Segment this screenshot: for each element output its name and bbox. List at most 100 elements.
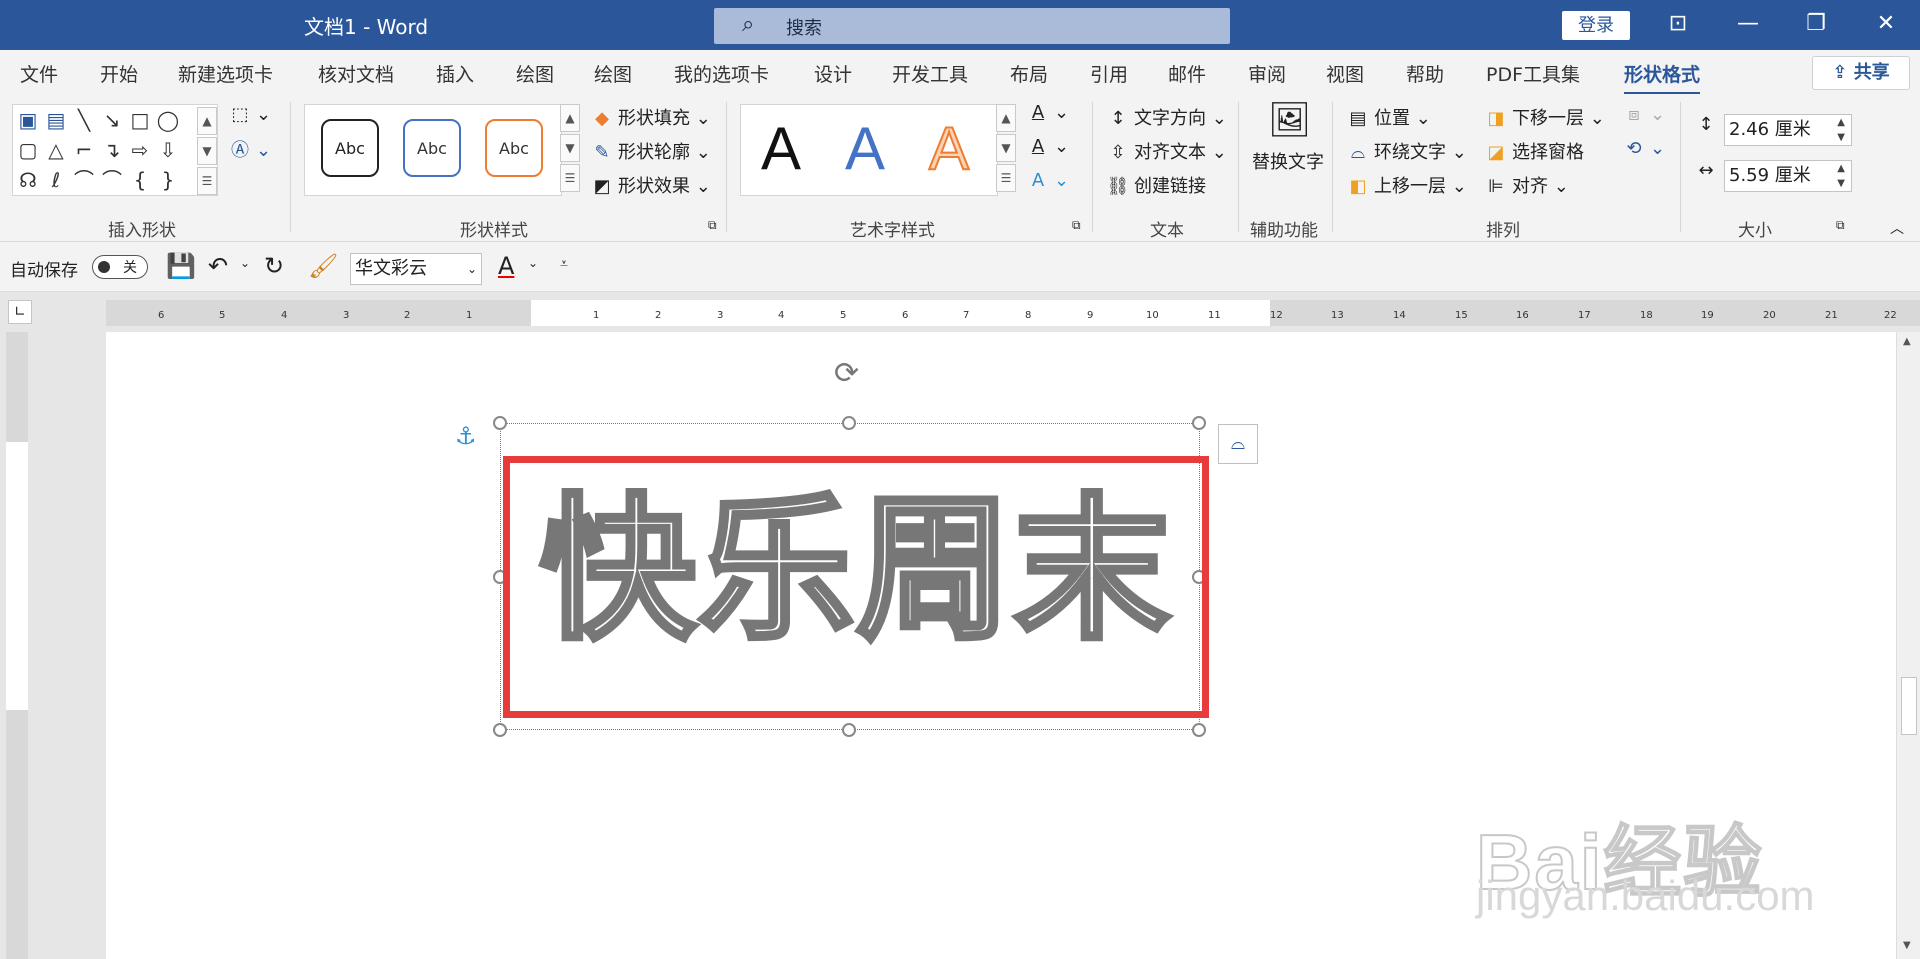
bring-forward-button[interactable]: ◧ 上移一层 ⌄ (1346, 172, 1466, 198)
styles-scroll-down-icon[interactable]: ▼ (560, 134, 580, 162)
wordart-style-orange[interactable]: A (928, 113, 970, 185)
line-shape-icon[interactable]: ╲ (71, 107, 97, 133)
textbox-shape-icon[interactable]: ▣ (15, 107, 41, 133)
tab-references[interactable]: 引用 (1090, 60, 1128, 87)
rotate-objects-icon[interactable]: ⟲ ⌄ (1622, 138, 1665, 159)
shape-height-input[interactable]: 2.46 厘米 ▲ ▼ (1724, 114, 1852, 146)
minimize-icon[interactable]: — (1728, 6, 1768, 42)
tab-mailings[interactable]: 邮件 (1168, 60, 1206, 87)
tab-developer[interactable]: 开发工具 (892, 60, 968, 87)
shape-fill-button[interactable]: ◆ 形状填充 ⌄ (590, 104, 711, 130)
send-backward-button[interactable]: ◨ 下移一层 ⌄ (1484, 104, 1604, 130)
size-dialog-icon[interactable]: ⧉ (1836, 218, 1845, 233)
position-button[interactable]: ▤ 位置 ⌄ (1346, 104, 1430, 130)
edit-shape-icon[interactable]: ⬚ ⌄ (228, 104, 271, 125)
wordart-style-black[interactable]: A (761, 113, 801, 185)
wordart-scroll-down-icon[interactable]: ▼ (996, 134, 1016, 162)
wordart-style-blue[interactable]: A (845, 113, 885, 185)
tab-pdf[interactable]: PDF工具集 (1486, 60, 1580, 87)
right-brace-shape-icon[interactable]: } (155, 167, 181, 193)
resize-handle-bottom[interactable] (842, 723, 856, 737)
text-direction-button[interactable]: ↕ 文字方向 ⌄ (1106, 104, 1226, 130)
wordart-more-icon[interactable]: ☰ (996, 164, 1016, 192)
group-objects-icon[interactable]: ⧈ ⌄ (1622, 104, 1665, 125)
freeform-shape-icon[interactable]: ☊ (15, 167, 41, 193)
down-arrow-shape-icon[interactable]: ⇩ (155, 137, 181, 163)
tab-new[interactable]: 新建选项卡 (178, 60, 273, 87)
tab-view[interactable]: 视图 (1326, 60, 1364, 87)
vertical-scrollbar[interactable]: ▲ ▼ (1896, 332, 1920, 959)
scribble-shape-icon[interactable]: ℓ (43, 167, 69, 193)
height-spinner-icon[interactable]: ▲ ▼ (1837, 115, 1845, 145)
tab-draw-2[interactable]: 绘图 (594, 60, 632, 87)
tab-file[interactable]: 文件 (20, 60, 58, 87)
right-arrow-shape-icon[interactable]: ⇨ (127, 137, 153, 163)
align-text-button[interactable]: ⇳ 对齐文本 ⌄ (1106, 138, 1226, 164)
tab-home[interactable]: 开始 (100, 60, 138, 87)
left-brace-shape-icon[interactable]: { (127, 167, 153, 193)
wrap-text-button[interactable]: ⌓ 环绕文字 ⌄ (1346, 138, 1467, 164)
format-painter-icon[interactable]: 🖌 (308, 252, 338, 280)
tab-shape-format[interactable]: 形状格式 (1624, 60, 1701, 95)
resize-handle-top-right[interactable] (1192, 416, 1206, 430)
alt-text-icon[interactable]: 🖼 (1268, 100, 1311, 140)
layout-options-icon[interactable]: ⌓ (1218, 424, 1258, 464)
curve-shape-icon[interactable]: ⌒ (71, 167, 97, 193)
shapes-scroll-up-icon[interactable]: ▲ (197, 107, 217, 135)
customize-qat-icon[interactable]: ⩡ (560, 256, 568, 272)
rectangle-shape-icon[interactable]: □ (127, 107, 153, 133)
font-color-icon[interactable]: A (498, 252, 514, 280)
text-outline-icon[interactable]: A ⌄ (1026, 136, 1069, 157)
collapse-ribbon-icon[interactable]: ︿ (1890, 218, 1904, 238)
styles-scroll-up-icon[interactable]: ▲ (560, 104, 580, 132)
shapes-gallery[interactable]: ▣ ▤ ╲ ↘ □ ◯ ▢ △ ⌐ ↴ ⇨ ⇩ ☊ ℓ ⌒ ⌒ { } ▲ ▼ … (12, 104, 218, 196)
elbow-arrow-shape-icon[interactable]: ↴ (99, 137, 125, 163)
shape-width-input[interactable]: 5.59 厘米 ▲ ▼ (1724, 160, 1852, 192)
shape-style-3[interactable]: Abc (485, 119, 543, 177)
tab-review[interactable]: 审阅 (1248, 60, 1286, 87)
elbow-connector-shape-icon[interactable]: ⌐ (71, 137, 97, 163)
login-button[interactable]: 登录 (1562, 11, 1630, 40)
scroll-up-icon[interactable]: ▲ (1903, 336, 1911, 347)
search-box[interactable]: ⌕ 搜索 (714, 8, 1230, 44)
font-color-dropdown-icon[interactable]: ⌄ (528, 256, 538, 270)
styles-more-icon[interactable]: ☰ (560, 164, 580, 192)
shape-styles-dialog-icon[interactable]: ⧉ (708, 218, 717, 233)
shape-effects-button[interactable]: ◩ 形状效果 ⌄ (590, 172, 710, 198)
scroll-down-icon[interactable]: ▼ (1903, 940, 1911, 951)
tab-my-tab[interactable]: 我的选项卡 (674, 60, 769, 87)
triangle-shape-icon[interactable]: △ (43, 137, 69, 163)
resize-handle-bottom-right[interactable] (1192, 723, 1206, 737)
autosave-toggle[interactable]: 关 (92, 255, 148, 279)
arc-shape-icon[interactable]: ⌒ (99, 167, 125, 193)
resize-handle-top-left[interactable] (493, 416, 507, 430)
shape-style-1[interactable]: Abc (321, 119, 379, 177)
arrow-line-shape-icon[interactable]: ↘ (99, 107, 125, 133)
oval-shape-icon[interactable]: ◯ (155, 107, 181, 133)
restore-icon[interactable]: ❐ (1796, 6, 1836, 42)
rounded-rect-shape-icon[interactable]: ▢ (15, 137, 41, 163)
scroll-thumb[interactable] (1901, 677, 1917, 735)
undo-icon[interactable]: ↶ (208, 252, 228, 280)
shapes-scroll-down-icon[interactable]: ▼ (197, 137, 217, 165)
vertical-textbox-shape-icon[interactable]: ▤ (43, 107, 69, 133)
redo-icon[interactable]: ↻ (264, 252, 284, 280)
shapes-more-icon[interactable]: ☰ (197, 167, 217, 195)
wordart-gallery[interactable]: A A A (740, 104, 998, 196)
shape-styles-gallery[interactable]: Abc Abc Abc (304, 104, 562, 196)
tab-layout[interactable]: 布局 (1010, 60, 1048, 87)
horizontal-ruler[interactable]: 6 5 4 3 2 1 1 2 3 4 5 6 7 8 9 10 11 12 1… (106, 300, 1920, 326)
save-icon[interactable]: 💾 (166, 252, 196, 280)
share-button[interactable]: ⇪ 共享 (1812, 56, 1910, 90)
align-button[interactable]: ⊫ 对齐 ⌄ (1484, 172, 1569, 198)
tab-draw-1[interactable]: 绘图 (516, 60, 554, 87)
wordart-scroll-up-icon[interactable]: ▲ (996, 104, 1016, 132)
rotate-handle-icon[interactable]: ⟳ (834, 356, 859, 391)
tab-stop-selector-icon[interactable]: ∟ (8, 300, 32, 324)
text-fill-icon[interactable]: A ⌄ (1026, 102, 1069, 123)
undo-dropdown-icon[interactable]: ⌄ (240, 256, 250, 270)
resize-handle-top[interactable] (842, 416, 856, 430)
resize-handle-bottom-left[interactable] (493, 723, 507, 737)
shape-outline-button[interactable]: ✎ 形状轮廓 ⌄ (590, 138, 710, 164)
draw-textbox-icon[interactable]: Ⓐ ⌄ (228, 136, 271, 162)
